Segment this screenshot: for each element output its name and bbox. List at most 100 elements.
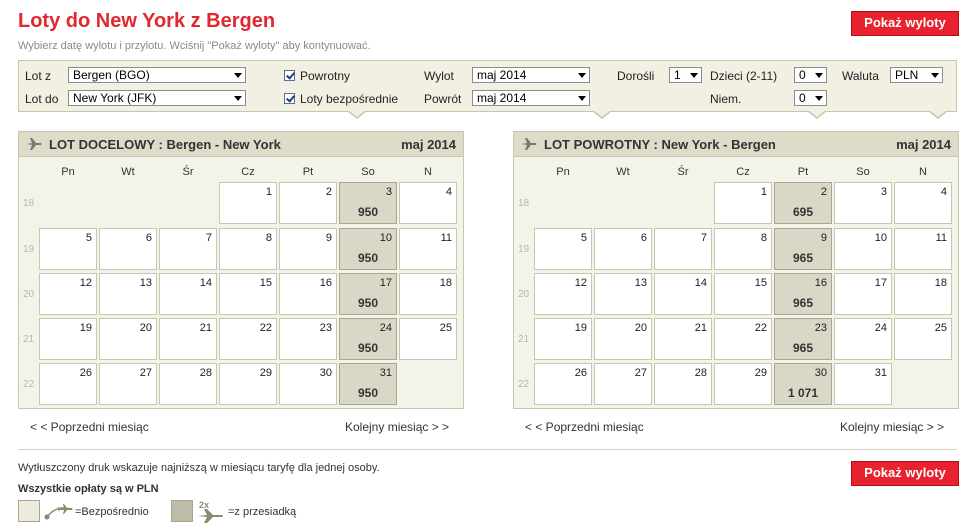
plane-icon (27, 138, 42, 150)
weekday-header: N (424, 166, 432, 178)
outbound-prev-month-link[interactable]: < < Poprzedni miesiąc (30, 420, 149, 434)
infants-label: Niem. (710, 92, 742, 106)
plane-icon (522, 138, 537, 150)
calendar-day: 13 (99, 273, 157, 315)
calendar-day: 11 (399, 228, 457, 270)
day-price: 950 (357, 386, 379, 400)
page-title: Loty do New York z Bergen (18, 10, 276, 32)
infants-value: 0 (799, 91, 806, 105)
calendar-day[interactable]: 10 950 (339, 228, 397, 270)
day-price: 965 (792, 296, 814, 310)
weekday-header: Pt (797, 166, 809, 178)
day-number: 18 (934, 277, 947, 289)
day-number: 25 (934, 322, 947, 334)
day-number: 20 (139, 322, 152, 334)
direct-label: Loty bezpośrednie (300, 92, 399, 106)
day-number: 9 (325, 232, 332, 244)
calendar-day: 18 (894, 273, 952, 315)
depart-select[interactable]: maj 2014 (472, 67, 590, 83)
day-number: 4 (445, 186, 452, 198)
day-number: 7 (205, 232, 212, 244)
chevron-down-icon (578, 96, 586, 101)
chevron-down-icon (815, 96, 823, 101)
week-number: 18 (518, 198, 530, 209)
adults-label: Dorośli (617, 69, 655, 83)
calendar-day: 7 (159, 228, 217, 270)
children-select[interactable]: 0 (794, 67, 827, 83)
show-flights-button[interactable]: Pokaż wyloty (851, 11, 959, 36)
calendar-day[interactable]: 3 950 (339, 182, 397, 224)
inbound-prev-month-link[interactable]: < < Poprzedni miesiąc (525, 420, 644, 434)
day-number: 5 (580, 232, 587, 244)
week-number: 21 (23, 334, 35, 345)
day-number: 10 (874, 232, 887, 244)
inbound-next-month-link[interactable]: Kolejny miesiąc > > (840, 420, 944, 434)
calendar-day[interactable]: 31 950 (339, 363, 397, 405)
calendar-day[interactable]: 24 950 (339, 318, 397, 360)
legend-transfer-label: =z przesiadką (228, 506, 297, 518)
day-number: 31 (874, 367, 887, 379)
weekday-header: Śr (182, 166, 194, 178)
currency-select[interactable]: PLN (890, 67, 943, 83)
weekday-header: Pn (61, 166, 75, 178)
calendar-day[interactable]: 30 1 071 (774, 363, 832, 405)
week-number: 19 (23, 244, 35, 255)
day-number: 28 (694, 367, 707, 379)
day-number: 23 (814, 322, 827, 334)
calendar-day: 7 (654, 228, 712, 270)
day-number: 26 (574, 367, 587, 379)
show-flights-button-bottom[interactable]: Pokaż wyloty (851, 461, 959, 486)
calendar-day: 8 (714, 228, 772, 270)
day-number: 16 (319, 277, 332, 289)
outbound-next-month-link[interactable]: Kolejny miesiąc > > (345, 420, 449, 434)
day-number: 10 (379, 232, 392, 244)
day-number: 30 (814, 367, 827, 379)
calendar-day: 4 (894, 182, 952, 224)
day-number: 2 (820, 186, 827, 198)
day-number: 29 (754, 367, 767, 379)
day-number: 22 (754, 322, 767, 334)
calendar-day[interactable]: 23 965 (774, 318, 832, 360)
calendar-day: 29 (219, 363, 277, 405)
calendar-day: 19 (534, 318, 592, 360)
to-select[interactable]: New York (JFK) (68, 90, 246, 106)
calendar-day: 27 (99, 363, 157, 405)
day-number: 20 (634, 322, 647, 334)
adults-value: 1 (674, 68, 681, 82)
form-notch-inner (348, 110, 366, 117)
day-number: 17 (379, 277, 392, 289)
direct-checkbox[interactable] (284, 93, 295, 104)
from-label: Lot z (25, 69, 52, 83)
calendar-day: 25 (399, 318, 457, 360)
calendar-day: 22 (219, 318, 277, 360)
calendar-day[interactable]: 16 965 (774, 273, 832, 315)
chevron-down-icon (234, 73, 242, 78)
footer-divider (18, 449, 957, 450)
currency-label: Waluta (842, 69, 879, 83)
day-number: 19 (574, 322, 587, 334)
day-price: 950 (357, 251, 379, 265)
chevron-down-icon (931, 73, 939, 78)
weekday-header: Wt (121, 166, 135, 178)
calendar-day[interactable]: 17 950 (339, 273, 397, 315)
children-value: 0 (799, 68, 806, 82)
weekday-header: So (856, 166, 870, 178)
calendar-day: 12 (39, 273, 97, 315)
day-number: 27 (634, 367, 647, 379)
from-select[interactable]: Bergen (BGO) (68, 67, 246, 83)
inbound-calendar-title: LOT POWROTNY : New York - Bergen (544, 137, 776, 152)
form-notch-inner (808, 110, 826, 117)
outbound-calendar-month: maj 2014 (401, 137, 456, 152)
day-number: 15 (754, 277, 767, 289)
legend-direct-swatch (18, 500, 40, 522)
calendar-day[interactable]: 2 695 (774, 182, 832, 224)
week-number: 22 (23, 379, 35, 390)
return-checkbox[interactable] (284, 70, 295, 81)
day-price: 1 071 (787, 386, 819, 400)
infants-select[interactable]: 0 (794, 90, 827, 106)
week-number: 22 (518, 379, 530, 390)
chevron-down-icon (815, 73, 823, 78)
back-select[interactable]: maj 2014 (472, 90, 590, 106)
adults-select[interactable]: 1 (669, 67, 702, 83)
calendar-day[interactable]: 9 965 (774, 228, 832, 270)
